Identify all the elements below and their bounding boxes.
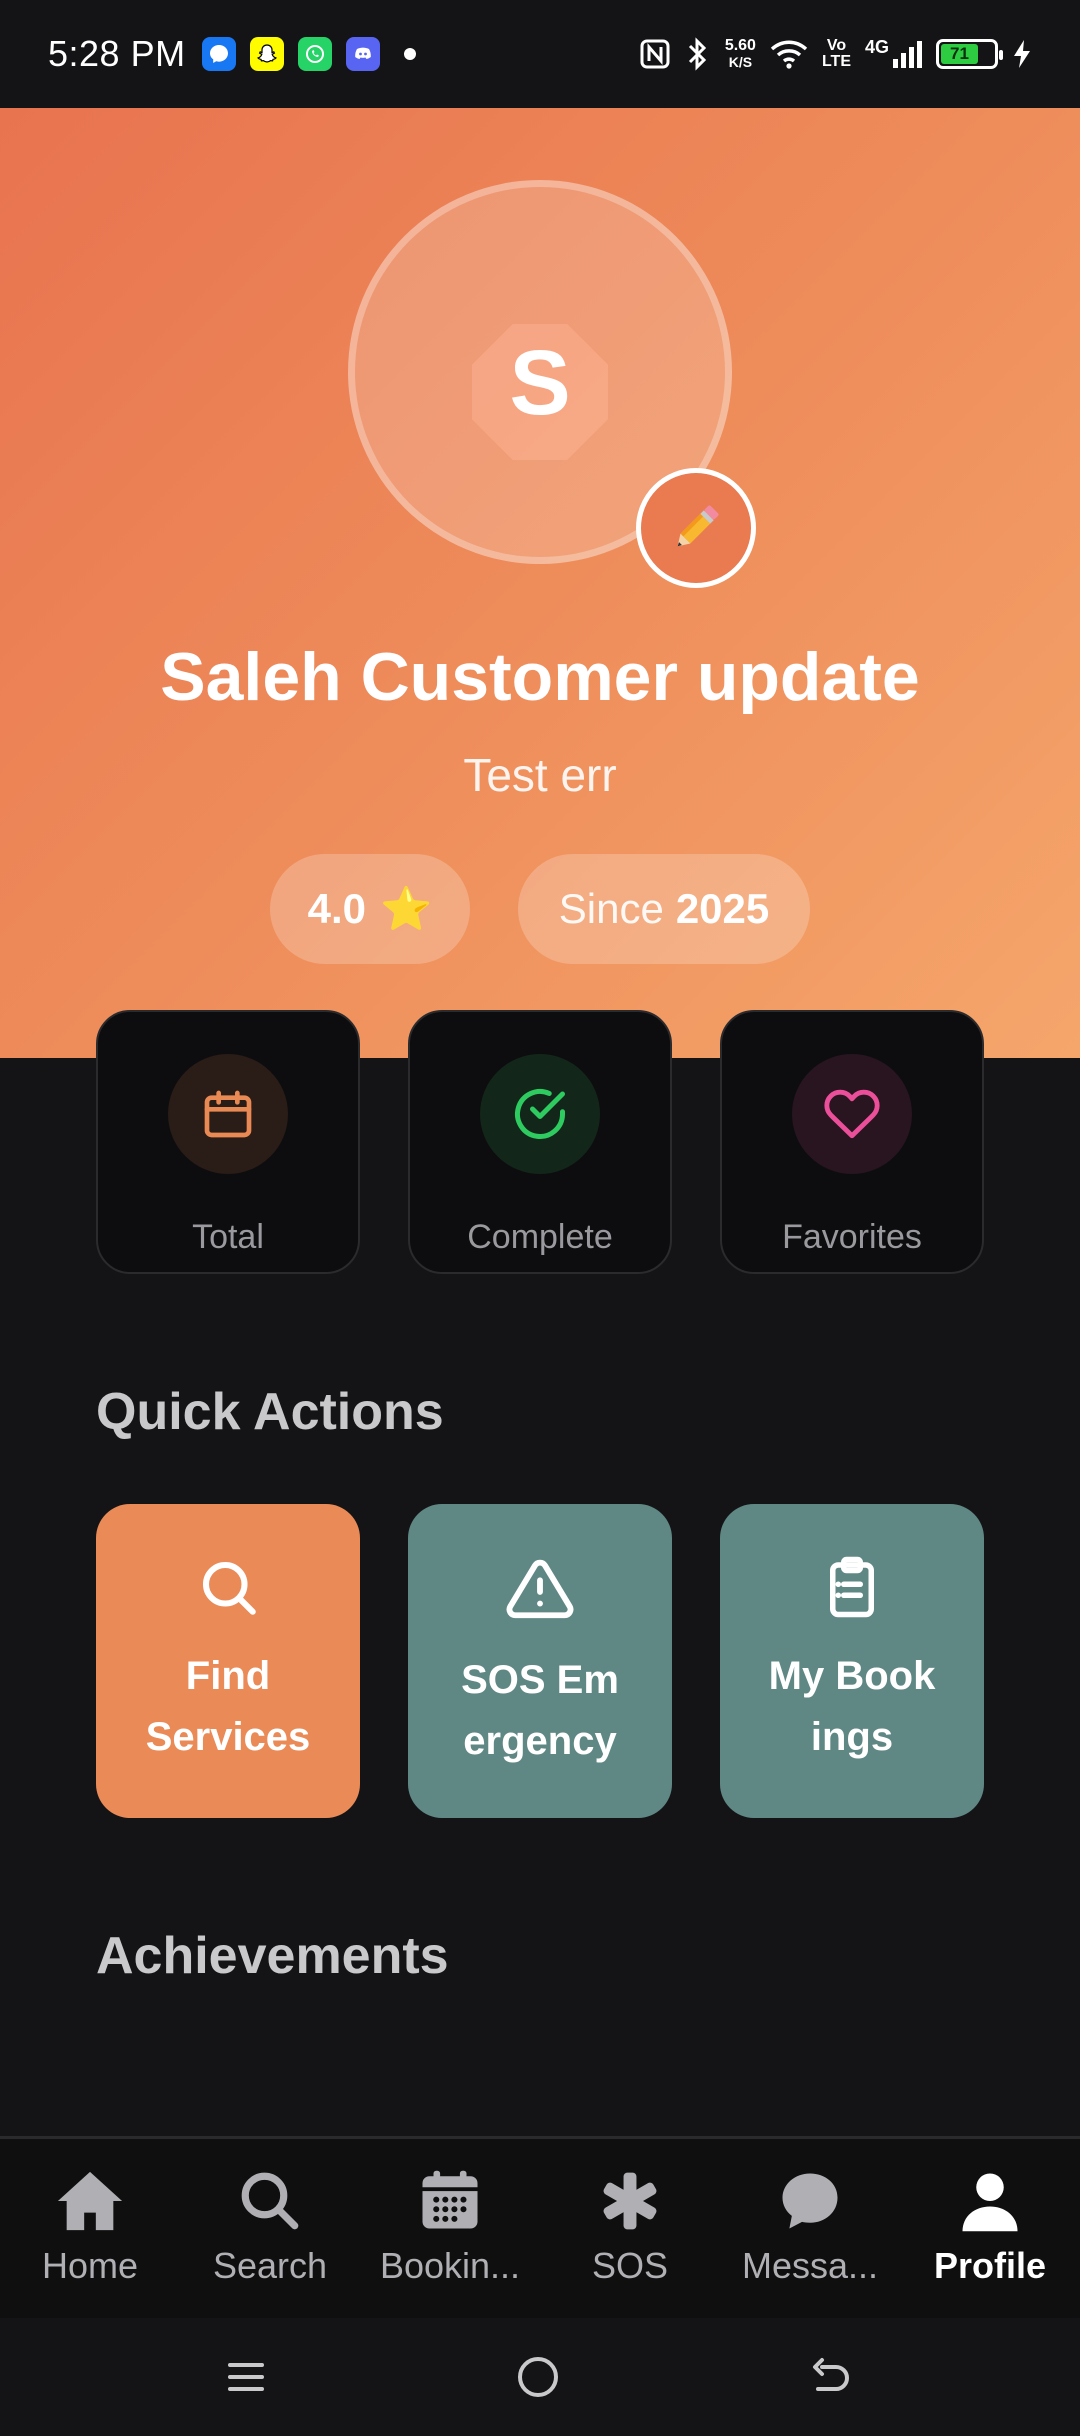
volte-top: Vo — [826, 37, 847, 54]
nav-label: Profile — [933, 2245, 1047, 2286]
stat-card-favorites[interactable]: Favorites — [720, 1010, 984, 1274]
battery-level: 71 — [941, 44, 978, 64]
volte-indicator: Vo LTE — [822, 38, 851, 70]
chat-bubble-icon — [772, 2165, 848, 2237]
nav-home[interactable]: Home — [0, 2139, 180, 2318]
heart-icon — [792, 1054, 912, 1174]
home-icon — [52, 2165, 128, 2237]
net-speed: 5.60 K/S — [724, 37, 756, 71]
stat-label: Favorites — [782, 1218, 922, 1256]
snapchat-icon — [249, 37, 284, 71]
rating-value: 4.0 — [307, 885, 367, 932]
bluetooth-icon — [688, 37, 706, 71]
search-icon — [232, 2165, 308, 2237]
nav-sos[interactable]: SOS — [540, 2139, 720, 2318]
profile-header: S Saleh Customer update Test err 4.0 ⭐ S… — [0, 108, 1080, 1058]
user-subtitle: Test err — [463, 749, 617, 801]
person-icon — [952, 2165, 1028, 2237]
calendar-icon — [168, 1054, 288, 1174]
pencil-icon — [677, 505, 719, 547]
stat-label: Complete — [467, 1218, 613, 1256]
since-year: 2025 — [675, 885, 770, 932]
user-name: Saleh Customer update — [160, 639, 920, 715]
calendar-grid-icon — [412, 2165, 488, 2237]
search-icon — [202, 1561, 256, 1615]
nav-label: Messa... — [741, 2245, 879, 2286]
battery-indicator: 71 — [936, 39, 1003, 69]
bottom-navigation: Home Search Bookin... SOS Messa... Profi… — [0, 2136, 1080, 2318]
more-notifications-dot — [403, 48, 416, 60]
quick-actions-title: Quick Actions — [96, 1383, 444, 1441]
status-bar: 5:28 PM 5.60 K/S Vo LTE 4G 71 — [0, 0, 1080, 108]
sos-emergency-button[interactable]: SOS Em ergency — [408, 1504, 672, 1818]
member-since-badge: Since 2025 — [518, 854, 810, 964]
home-button-icon[interactable] — [516, 2355, 560, 2399]
edit-profile-button[interactable] — [636, 468, 756, 588]
nav-bookings[interactable]: Bookin... — [360, 2139, 540, 2318]
notification-icons — [201, 37, 416, 71]
messenger-icon — [201, 37, 236, 71]
status-time: 5:28 PM — [48, 33, 186, 74]
clipboard-list-icon — [830, 1556, 874, 1618]
back-icon[interactable] — [810, 2355, 854, 2399]
system-navigation-bar — [0, 2318, 1080, 2436]
find-services-button[interactable]: Find Services — [96, 1504, 360, 1818]
recent-apps-icon[interactable] — [226, 2357, 266, 2397]
volte-bottom: LTE — [821, 53, 851, 70]
nav-profile[interactable]: Profile — [900, 2139, 1080, 2318]
check-circle-icon — [480, 1054, 600, 1174]
nav-label: Search — [212, 2245, 328, 2286]
charging-icon — [1014, 40, 1030, 68]
stat-label: Total — [192, 1218, 264, 1256]
nav-label: SOS — [591, 2245, 669, 2286]
since-label: Since — [558, 885, 664, 932]
quick-action-label: My Book ings — [768, 1654, 936, 1759]
quick-action-label: SOS Em ergency — [461, 1658, 619, 1763]
warning-icon — [506, 1559, 574, 1619]
status-indicators: 5.60 K/S Vo LTE 4G 71 — [639, 36, 1032, 72]
nav-label: Home — [41, 2245, 139, 2286]
net-speed-value: 5.60 — [724, 37, 756, 54]
achievements-title: Achievements — [96, 1927, 449, 1985]
stat-card-complete[interactable]: Complete — [408, 1010, 672, 1274]
cell-signal: 4G — [864, 37, 922, 69]
wifi-icon — [770, 40, 808, 69]
nav-label: Bookin... — [379, 2245, 521, 2286]
network-type: 4G — [864, 37, 889, 57]
asterisk-icon — [592, 2165, 668, 2237]
net-speed-unit: K/S — [728, 54, 753, 70]
discord-icon — [345, 37, 380, 71]
rating-badge: 4.0 ⭐ — [270, 854, 470, 964]
whatsapp-icon — [297, 37, 332, 71]
avatar-letter: S — [509, 332, 571, 434]
nav-search[interactable]: Search — [180, 2139, 360, 2318]
battery-text: 71 — [949, 44, 969, 63]
nav-messages[interactable]: Messa... — [720, 2139, 900, 2318]
quick-action-label: Find Services — [145, 1654, 311, 1759]
my-bookings-button[interactable]: My Book ings — [720, 1504, 984, 1818]
stat-card-total[interactable]: Total — [96, 1010, 360, 1274]
signal-bars-icon — [893, 41, 922, 68]
nfc-icon — [640, 39, 670, 69]
star-icon: ⭐ — [380, 884, 433, 932]
